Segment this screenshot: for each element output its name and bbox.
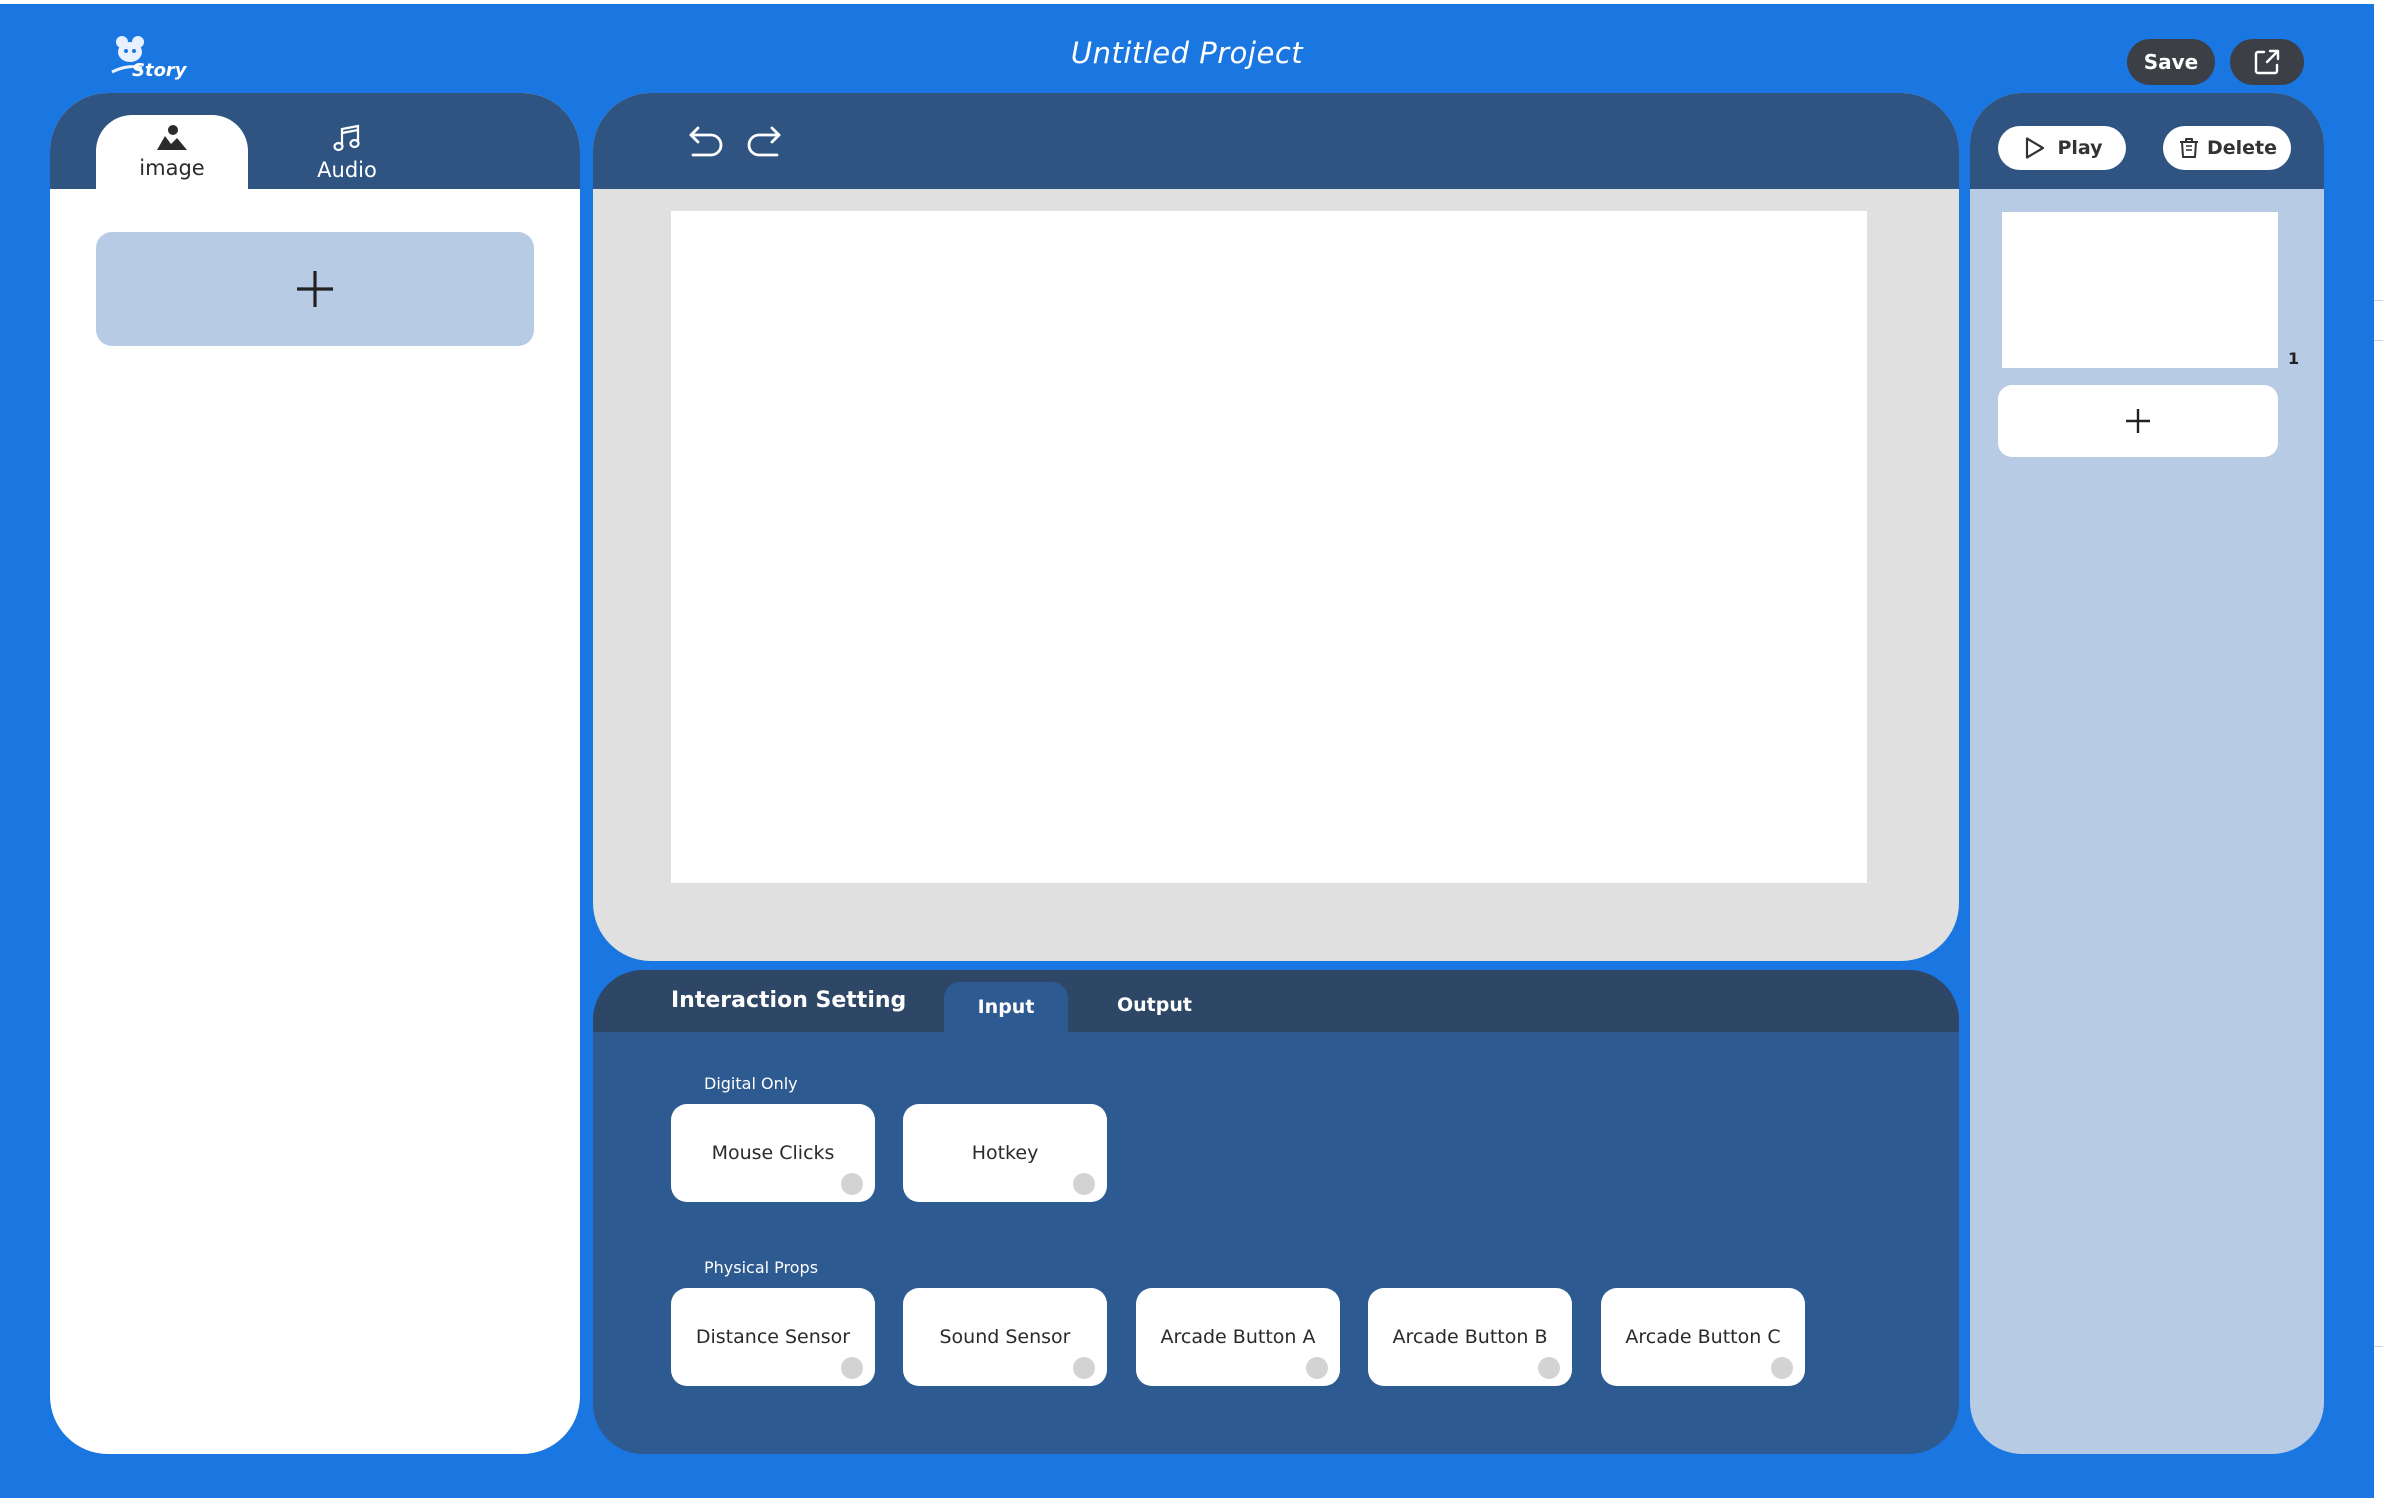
toggle-indicator[interactable] <box>841 1173 863 1195</box>
project-title[interactable]: Untitled Project <box>0 36 2374 70</box>
scenes-panel-header: Play Delete <box>1970 93 2324 189</box>
interaction-header: Interaction Setting Input Output <box>593 970 1959 1032</box>
play-button[interactable]: Play <box>1998 126 2126 170</box>
play-icon <box>2026 137 2045 159</box>
undo-icon <box>689 126 723 157</box>
redo-button[interactable] <box>745 125 785 161</box>
toggle-indicator[interactable] <box>1306 1357 1328 1379</box>
undo-button[interactable] <box>685 125 725 161</box>
input-card-label: Arcade Button A <box>1160 1326 1316 1348</box>
interaction-panel: Interaction Setting Input Output Digital… <box>593 970 1959 1454</box>
input-card-arcade-button-c[interactable]: Arcade Button C <box>1601 1288 1805 1386</box>
input-card-label: Distance Sensor <box>695 1326 851 1348</box>
toggle-indicator[interactable] <box>1538 1357 1560 1379</box>
delete-button[interactable]: Delete <box>2163 126 2291 170</box>
scene-thumbnail[interactable] <box>2002 212 2278 368</box>
edge-divider <box>2374 1346 2383 1347</box>
delete-label: Delete <box>2206 137 2278 159</box>
toggle-indicator[interactable] <box>1073 1173 1095 1195</box>
add-asset-button[interactable] <box>96 232 534 346</box>
input-card-sound-sensor[interactable]: Sound Sensor <box>903 1288 1107 1386</box>
interaction-title: Interaction Setting <box>671 988 907 1013</box>
asset-panel: image Audio <box>50 93 580 1454</box>
tab-image-label: image <box>139 156 205 180</box>
toggle-indicator[interactable] <box>841 1357 863 1379</box>
input-card-label: Arcade Button B <box>1392 1326 1548 1348</box>
input-card-arcade-button-a[interactable]: Arcade Button A <box>1136 1288 1340 1386</box>
app-window: Story Untitled Project Save image Audio … <box>0 4 2374 1498</box>
scene-number: 1 <box>2288 349 2300 368</box>
tab-output[interactable]: Output <box>1117 994 1192 1016</box>
tab-image[interactable]: image <box>96 115 248 189</box>
music-note-icon <box>333 124 360 152</box>
canvas-panel <box>593 93 1959 961</box>
plus-icon <box>297 271 333 307</box>
save-button[interactable]: Save <box>2127 39 2215 85</box>
tab-input[interactable]: Input <box>944 982 1068 1032</box>
share-button[interactable] <box>2230 39 2304 85</box>
add-scene-button[interactable] <box>1998 385 2278 457</box>
input-card-mouse-clicks[interactable]: Mouse Clicks <box>671 1104 875 1202</box>
group-label-physical: Physical Props <box>704 1258 819 1277</box>
external-link-icon <box>2254 49 2280 75</box>
scene-canvas[interactable] <box>671 211 1867 883</box>
toggle-indicator[interactable] <box>1073 1357 1095 1379</box>
input-card-label: Mouse Clicks <box>711 1142 835 1164</box>
trash-icon <box>2179 138 2198 158</box>
group-label-digital: Digital Only <box>704 1074 798 1093</box>
play-label: Play <box>2057 137 2103 159</box>
input-card-hotkey[interactable]: Hotkey <box>903 1104 1107 1202</box>
input-card-label: Hotkey <box>971 1142 1039 1164</box>
input-card-arcade-button-b[interactable]: Arcade Button B <box>1368 1288 1572 1386</box>
input-card-distance-sensor[interactable]: Distance Sensor <box>671 1288 875 1386</box>
canvas-toolbar <box>593 93 1959 189</box>
asset-panel-header: image Audio <box>50 93 580 189</box>
input-card-label: Arcade Button C <box>1625 1326 1781 1348</box>
toggle-indicator[interactable] <box>1771 1357 1793 1379</box>
edge-divider <box>2374 340 2383 341</box>
scenes-panel: Play Delete 1 <box>1970 93 2324 1454</box>
input-card-label: Sound Sensor <box>939 1326 1071 1348</box>
edge-divider <box>2374 300 2383 301</box>
plus-icon <box>2126 409 2150 433</box>
image-icon <box>157 125 187 150</box>
redo-icon <box>747 126 781 157</box>
tab-audio-label: Audio <box>317 158 377 182</box>
tab-audio[interactable]: Audio <box>282 115 412 189</box>
